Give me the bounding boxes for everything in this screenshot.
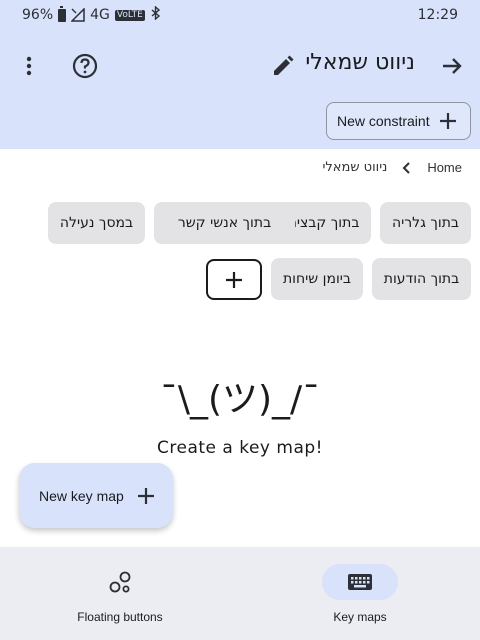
chip-lockscreen[interactable]: במסך נעילה	[48, 202, 145, 244]
battery-icon	[58, 5, 67, 22]
pencil-icon	[274, 55, 294, 75]
nav-label: Floating buttons	[77, 610, 163, 624]
nav-item-floating-buttons[interactable]: Floating buttons	[0, 547, 240, 640]
edit-button[interactable]	[263, 46, 303, 86]
chip-gallery[interactable]: בתוך גלריה	[380, 202, 471, 244]
bluetooth-icon	[150, 5, 162, 24]
chip-messages[interactable]: בתוך הודעות	[372, 258, 471, 300]
floating-buttons-icon	[109, 571, 131, 593]
help-icon	[72, 53, 98, 79]
nav-pill-selected	[322, 564, 398, 600]
clock: 12:29	[417, 7, 458, 23]
nav-item-key-maps[interactable]: Key maps	[240, 547, 480, 640]
help-button[interactable]	[65, 46, 105, 86]
back-button[interactable]	[432, 46, 472, 86]
breadcrumb-home[interactable]: Home	[427, 160, 462, 175]
more-vert-icon	[26, 56, 32, 76]
bottom-navigation: Floating buttons Key maps	[0, 547, 480, 640]
plus-icon	[226, 271, 242, 288]
new-key-map-button[interactable]: New key map	[19, 463, 173, 528]
signal-icon	[71, 8, 85, 22]
nav-label: Key maps	[333, 610, 387, 624]
volte-badge: VoLTE	[114, 9, 145, 21]
page-title: ניווט שמאלי	[305, 50, 415, 75]
app-bar: ניווט שמאלי New constraint	[0, 30, 480, 149]
chevron-left-icon	[402, 161, 411, 174]
breadcrumb-current: ניווט שמאלי	[322, 160, 388, 175]
new-constraint-button[interactable]: New constraint	[326, 102, 471, 140]
chip-call-log[interactable]: ביומן שיחות	[271, 258, 363, 300]
chip-contacts[interactable]: בתוך אנשי קשר	[154, 202, 295, 244]
new-key-map-label: New key map	[39, 487, 124, 504]
status-left: 96% 4G VoLTE	[22, 5, 162, 24]
new-constraint-label: New constraint	[337, 113, 430, 129]
battery-percent: 96%	[22, 7, 54, 23]
plus-icon	[137, 487, 154, 504]
plus-icon	[439, 113, 456, 129]
empty-state-message: Create a key map!	[157, 438, 323, 458]
keyboard-icon	[348, 574, 372, 590]
network-type: 4G	[90, 7, 110, 23]
arrow-forward-icon	[443, 58, 462, 74]
nav-pill	[82, 564, 158, 600]
breadcrumb: ניווט שמאלי Home	[323, 160, 462, 175]
status-bar: 96% 4G VoLTE 12:29	[0, 0, 480, 30]
add-constraint-chip-button[interactable]	[206, 259, 262, 300]
more-options-button[interactable]	[9, 46, 49, 86]
shrug-emoticon: ¯\_(ツ)_/¯	[159, 379, 321, 420]
